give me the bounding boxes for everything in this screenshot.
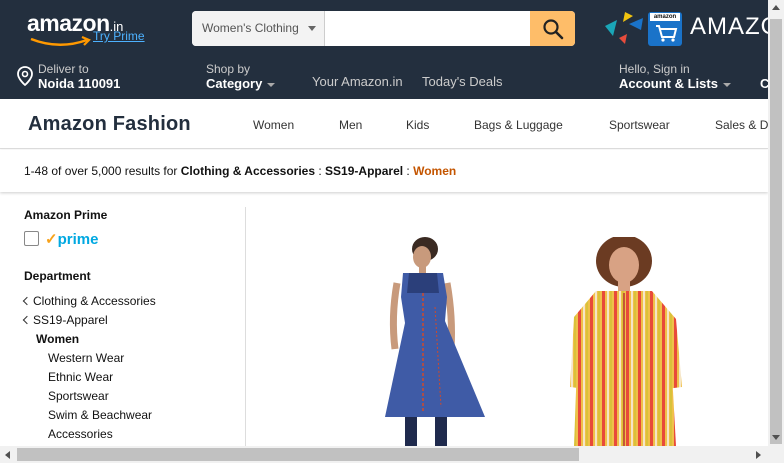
breadcrumb-current: Women [413,164,457,178]
search-category-label: Women's Clothing [202,21,299,35]
vertical-scroll-thumb[interactable] [770,19,782,444]
breadcrumb-clothing[interactable]: Clothing & Accessories [181,164,315,178]
dept-sub-accessories[interactable]: Accessories [48,427,113,441]
subnav-link-men[interactable]: Men [339,118,362,132]
scroll-left-arrow-icon[interactable] [5,451,10,459]
dept-sub-western-wear[interactable]: Western Wear [48,351,124,365]
nav-link-your-amazon[interactable]: Your Amazon.in [312,74,403,89]
results-count: 1-48 of over 5,000 results for [24,164,178,178]
signin-label: Hello, Sign in [619,62,690,76]
app-promo-shapes-icon [605,12,643,44]
subnav-link-kids[interactable]: Kids [406,118,429,132]
dept-sub-sportswear[interactable]: Sportswear [48,389,109,403]
page: amazon.in Try Prime Women's Clothing ama… [0,0,784,463]
dept-back-clothing[interactable]: Clothing & Accessories [22,294,156,308]
try-prime-link[interactable]: Try Prime [93,29,145,43]
account-lists-menu[interactable]: Hello, Sign in Account & Lists [619,62,731,91]
dept-sub-swim-beachwear[interactable]: Swim & Beachwear [48,408,152,422]
dept-current-women: Women [36,332,80,346]
app-download-badge[interactable]: amazon [648,12,682,46]
deliver-to-label: Deliver to [38,62,89,76]
subnav-link-bags-luggage[interactable]: Bags & Luggage [474,118,563,132]
breadcrumb-separator: : [403,164,414,178]
deliver-to-text[interactable]: Deliver to Noida 110091 [38,62,120,91]
prime-checkbox[interactable] [24,231,39,246]
prime-heading: Amazon Prime [24,208,108,222]
subnav-link-sportswear[interactable]: Sportswear [609,118,670,132]
search-category-dropdown[interactable]: Women's Clothing [192,11,325,46]
app-promo-text: AMAZO [690,13,781,40]
product-image-blue-dress[interactable] [275,237,495,446]
results-summary: 1-48 of over 5,000 results for Clothing … [24,164,456,178]
scroll-right-arrow-icon[interactable] [756,451,761,459]
shop-by-category-menu[interactable]: Shop by Category [206,62,276,91]
scroll-down-arrow-icon[interactable] [772,435,780,440]
sidebar-divider [245,207,246,446]
department-heading: Department [24,269,91,283]
smile-arrow-icon [30,36,91,46]
prime-logo[interactable]: ✓prime [45,230,98,248]
subnav-link-women[interactable]: Women [253,118,294,132]
check-icon: ✓ [45,231,58,248]
shop-by-label: Shop by [206,62,251,76]
cart-icon [656,25,678,42]
chevron-left-icon [22,296,32,306]
dept-back-label: Clothing & Accessories [33,294,156,308]
dept-sub-ethnic-wear[interactable]: Ethnic Wear [48,370,113,384]
search-input[interactable] [326,11,530,46]
dept-back-ss19[interactable]: SS19-Apparel [22,313,108,327]
amazon-fashion-title[interactable]: Amazon Fashion [28,113,191,136]
search-button[interactable] [530,11,575,46]
product-image-striped-kurta[interactable] [530,237,730,446]
account-lists-label: Account & Lists [619,76,718,91]
nav-link-todays-deals[interactable]: Today's Deals [422,74,503,89]
chevron-down-icon [722,82,731,87]
chevron-down-icon [267,82,276,87]
scroll-up-arrow-icon[interactable] [772,5,780,10]
location-pin-icon [17,66,33,86]
shop-by-value: Category [206,76,263,91]
horizontal-scroll-thumb[interactable] [17,448,579,461]
breadcrumb-ss19[interactable]: SS19-Apparel [325,164,403,178]
prime-logo-text: prime [57,231,99,248]
chevron-down-icon [308,26,316,31]
search-bar: Women's Clothing [192,11,575,46]
chevron-left-icon [22,315,32,325]
deliver-location: Noida 110091 [38,76,121,91]
breadcrumb-separator: : [315,164,326,178]
search-icon [542,18,563,39]
dept-back-label: SS19-Apparel [33,313,108,327]
subnav-link-sales[interactable]: Sales & D [715,118,768,132]
